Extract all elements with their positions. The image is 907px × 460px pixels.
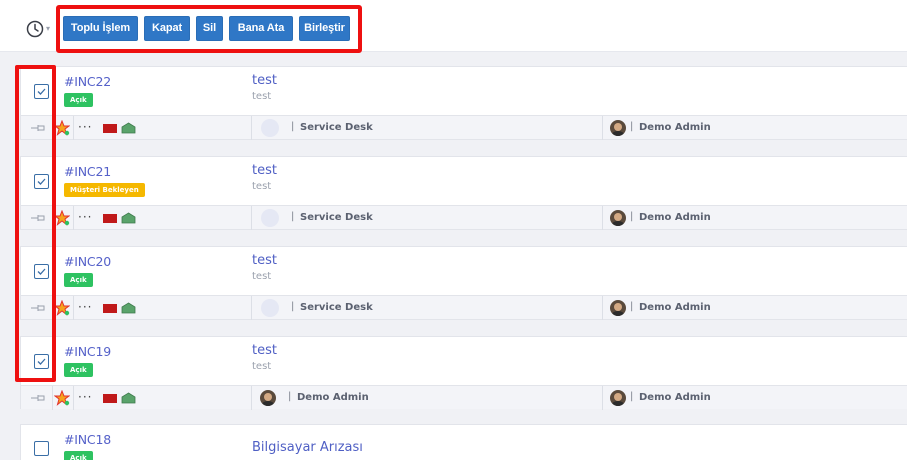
star-icon[interactable]	[54, 390, 70, 406]
ticket-card[interactable]: #INC20 Açık test test ··· | Service Desk…	[20, 246, 907, 320]
envelope-icon	[121, 122, 136, 134]
pin-icon[interactable]	[30, 303, 48, 313]
status-badge: Açık	[64, 363, 93, 377]
ticket-checkbox[interactable]	[34, 84, 49, 99]
ticket-card[interactable]: #INC21 Müşteri Bekleyen test test ··· | …	[20, 156, 907, 230]
ticket-id[interactable]: #INC20	[64, 254, 111, 269]
bulk-action-button[interactable]: Toplu İşlem	[63, 16, 138, 41]
ticket-description: test	[252, 271, 272, 282]
close-button[interactable]: Kapat	[144, 16, 190, 41]
star-icon[interactable]	[54, 120, 70, 136]
ticket-description: test	[252, 361, 272, 372]
pin-icon[interactable]	[30, 213, 48, 223]
more-options-icon[interactable]: ···	[78, 120, 92, 134]
pin-icon[interactable]	[30, 393, 48, 403]
ticket-checkbox[interactable]	[34, 354, 49, 369]
toolbar: ▾ Toplu İşlem Kapat Sil Bana Ata Birleşt…	[0, 0, 907, 53]
ticket-card[interactable]: #INC19 Açık test test ··· | Demo Admin |…	[20, 336, 907, 410]
ticket-id[interactable]: #INC22	[64, 74, 111, 89]
ticket-id[interactable]: #INC19	[64, 344, 111, 359]
group-avatar	[261, 299, 279, 317]
ticket-checkbox[interactable]	[34, 174, 49, 189]
group-name[interactable]: Service Desk	[300, 212, 373, 223]
ticket-subject[interactable]: test	[252, 163, 277, 178]
status-badge: Açık	[64, 451, 93, 460]
ticket-footer: ··· | Service Desk | Demo Admin	[21, 115, 907, 140]
envelope-icon	[121, 392, 136, 404]
assignee-name[interactable]: Demo Admin	[639, 212, 711, 223]
status-badge: Açık	[64, 273, 93, 287]
more-options-icon[interactable]: ···	[78, 210, 92, 224]
avatar	[610, 210, 626, 226]
group-name[interactable]: Demo Admin	[297, 392, 369, 403]
ticket-checkbox[interactable]	[34, 441, 49, 456]
clock-icon[interactable]	[26, 20, 44, 38]
group-name[interactable]: Service Desk	[300, 302, 373, 313]
merge-button[interactable]: Birleştir	[299, 16, 350, 41]
delete-button[interactable]: Sil	[196, 16, 223, 41]
envelope-icon	[121, 302, 136, 314]
status-badge: Açık	[64, 93, 93, 107]
ticket-subject[interactable]: test	[252, 253, 277, 268]
ticket-footer: ··· | Service Desk | Demo Admin	[21, 295, 907, 320]
assignee-name[interactable]: Demo Admin	[639, 122, 711, 133]
star-icon[interactable]	[54, 210, 70, 226]
assignee-name[interactable]: Demo Admin	[639, 392, 711, 403]
star-icon[interactable]	[54, 300, 70, 316]
ticket-footer: ··· | Demo Admin | Demo Admin	[21, 385, 907, 410]
ticket-footer: ··· | Service Desk | Demo Admin	[21, 205, 907, 230]
ticket-id[interactable]: #INC18	[64, 432, 111, 447]
ticket-subject[interactable]: test	[252, 343, 277, 358]
chevron-down-icon[interactable]: ▾	[46, 24, 50, 33]
avatar	[610, 120, 626, 136]
group-name[interactable]: Service Desk	[300, 122, 373, 133]
ticket-checkbox[interactable]	[34, 264, 49, 279]
avatar	[610, 300, 626, 316]
flag-icon	[103, 304, 117, 313]
group-avatar	[261, 209, 279, 227]
flag-icon	[103, 124, 117, 133]
ticket-description: test	[252, 181, 272, 192]
status-badge: Müşteri Bekleyen	[64, 183, 145, 197]
more-options-icon[interactable]: ···	[78, 300, 92, 314]
avatar	[610, 390, 626, 406]
ticket-card[interactable]: #INC18 Açık Bilgisayar Arızası	[20, 424, 907, 460]
group-avatar	[260, 390, 276, 406]
flag-icon	[103, 394, 117, 403]
more-options-icon[interactable]: ···	[78, 390, 92, 404]
group-avatar	[261, 119, 279, 137]
assign-to-me-button[interactable]: Bana Ata	[229, 16, 293, 41]
ticket-subject[interactable]: Bilgisayar Arızası	[252, 440, 363, 455]
flag-icon	[103, 214, 117, 223]
pin-icon[interactable]	[30, 123, 48, 133]
ticket-id[interactable]: #INC21	[64, 164, 111, 179]
ticket-description: test	[252, 91, 272, 102]
ticket-subject[interactable]: test	[252, 73, 277, 88]
ticket-card[interactable]: #INC22 Açık test test ··· | Service Desk…	[20, 66, 907, 140]
envelope-icon	[121, 212, 136, 224]
assignee-name[interactable]: Demo Admin	[639, 302, 711, 313]
